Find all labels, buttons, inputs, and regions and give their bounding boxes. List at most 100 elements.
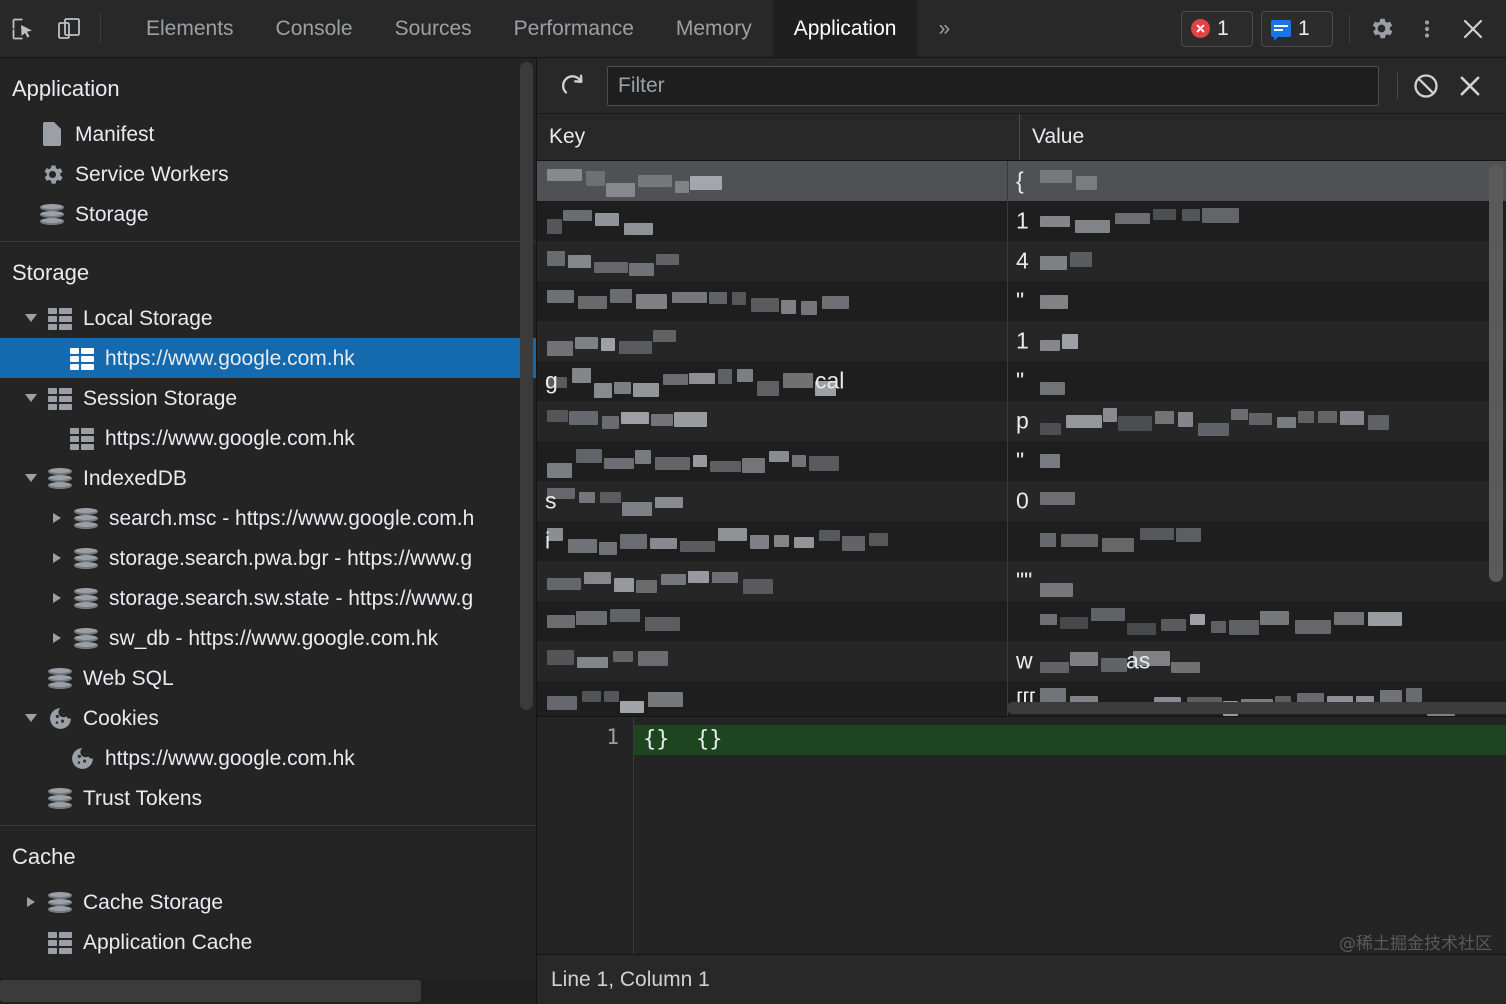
sidebar-item-manifest[interactable]: Manifest	[0, 114, 536, 154]
sidebar-item-indexeddb-storage-search-pwa-bgr[interactable]: storage.search.pwa.bgr - https://www.g	[0, 538, 536, 578]
table-cell-value[interactable]: w as	[1008, 641, 1506, 681]
chevron-down-icon[interactable]	[18, 698, 44, 738]
table-cell-value[interactable]: ""	[1008, 561, 1506, 601]
delete-selected-icon[interactable]	[1448, 64, 1492, 108]
table-cell-value[interactable]: "	[1008, 441, 1506, 481]
sidebar-section-title-cache: Cache	[12, 844, 76, 869]
chevron-down-icon[interactable]	[18, 378, 44, 418]
value-editor[interactable]: 1 {} {}	[537, 717, 1506, 954]
inspect-element-icon[interactable]	[0, 6, 46, 52]
table-cell-key[interactable]	[537, 561, 1008, 601]
table-cell-value[interactable]: p	[1008, 401, 1506, 441]
table-cell-key[interactable]: i	[537, 521, 1008, 561]
redacted-block	[822, 296, 849, 309]
table-row[interactable]: s0	[537, 481, 1506, 521]
redacted-block	[1040, 533, 1056, 547]
table-cell-key[interactable]	[537, 401, 1008, 441]
column-header-key[interactable]: Key	[537, 114, 1020, 160]
table-cell-key[interactable]	[537, 321, 1008, 361]
table-row[interactable]: i	[537, 521, 1506, 561]
table-cell-value[interactable]: {	[1008, 161, 1506, 201]
sidebar-horizontal-scrollbar[interactable]	[0, 980, 421, 1002]
sidebar-item-trust-tokens[interactable]: Trust Tokens	[0, 778, 536, 818]
toggle-device-toolbar-icon[interactable]	[46, 6, 92, 52]
table-row[interactable]: p	[537, 401, 1506, 441]
table-cell-value[interactable]	[1008, 521, 1506, 561]
chevron-down-icon[interactable]	[18, 458, 44, 498]
sidebar-vertical-scrollbar[interactable]	[520, 62, 533, 710]
kebab-menu-icon[interactable]	[1404, 6, 1450, 52]
table-cell-value[interactable]: 0	[1008, 481, 1506, 521]
search-input[interactable]	[607, 65, 1379, 106]
clear-all-icon[interactable]	[1404, 64, 1448, 108]
table-vertical-scrollbar[interactable]	[1489, 164, 1503, 582]
more-tabs-button[interactable]: »	[917, 0, 971, 57]
table-row[interactable]: ""	[537, 561, 1506, 601]
tab-performance[interactable]: Performance	[493, 0, 655, 57]
sidebar-item-local-storage-origin[interactable]: https://www.google.com.hk	[0, 338, 536, 378]
chevron-right-icon[interactable]	[44, 578, 70, 618]
tab-sources[interactable]: Sources	[374, 0, 493, 57]
table-cell-key[interactable]: s	[537, 481, 1008, 521]
sidebar-item-session-storage-origin[interactable]: https://www.google.com.hk	[0, 418, 536, 458]
tab-application[interactable]: Application	[772, 0, 918, 57]
sidebar-item-indexeddb[interactable]: IndexedDB	[0, 458, 536, 498]
table-cell-value[interactable]: "	[1008, 361, 1506, 401]
table-row[interactable]: {	[537, 161, 1506, 201]
redacted-block	[655, 457, 690, 470]
table-cell-value[interactable]	[1008, 601, 1506, 641]
table-cell-key[interactable]	[537, 441, 1008, 481]
sidebar-item-application-cache[interactable]: Application Cache	[0, 922, 536, 962]
table-cell-value[interactable]: 4	[1008, 241, 1506, 281]
editor-code-area[interactable]: {} {}	[634, 717, 1506, 954]
table-cell-key[interactable]	[537, 201, 1008, 241]
sidebar-item-indexeddb-search-msc[interactable]: search.msc - https://www.google.com.h	[0, 498, 536, 538]
table-cell-key[interactable]: g cal	[537, 361, 1008, 401]
sidebar-item-web-sql[interactable]: Web SQL	[0, 658, 536, 698]
error-count-badge[interactable]: 1	[1181, 10, 1253, 47]
redacted-block	[1040, 170, 1072, 183]
table-row[interactable]: 1	[537, 321, 1506, 361]
sidebar-item-storage[interactable]: Storage	[0, 194, 536, 234]
table-cell-key[interactable]	[537, 601, 1008, 641]
redacted-block	[653, 330, 676, 342]
chevron-down-icon[interactable]	[18, 298, 44, 338]
table-cell-value[interactable]: 1	[1008, 201, 1506, 241]
sidebar-item-indexeddb-sw-db[interactable]: sw_db - https://www.google.com.hk	[0, 618, 536, 658]
table-cell-value[interactable]: 1	[1008, 321, 1506, 361]
sidebar-item-indexeddb-storage-search-sw-state[interactable]: storage.search.sw.state - https://www.g	[0, 578, 536, 618]
sidebar-item-session-storage[interactable]: Session Storage	[0, 378, 536, 418]
sidebar-item-cache-storage[interactable]: Cache Storage	[0, 882, 536, 922]
tab-console[interactable]: Console	[255, 0, 374, 57]
table-row[interactable]: "	[537, 281, 1506, 321]
table-cell-key[interactable]	[537, 281, 1008, 321]
table-row[interactable]: 4	[537, 241, 1506, 281]
tab-elements[interactable]: Elements	[125, 0, 255, 57]
table-cell-value[interactable]: "	[1008, 281, 1506, 321]
table-cell-key[interactable]	[537, 681, 1008, 716]
sidebar-item-service-workers[interactable]: Service Workers	[0, 154, 536, 194]
sidebar-item-cookies[interactable]: Cookies	[0, 698, 536, 738]
table-row[interactable]: g cal "	[537, 361, 1506, 401]
table-cell-key[interactable]	[537, 241, 1008, 281]
chevron-right-icon[interactable]	[44, 538, 70, 578]
table-cell-key[interactable]	[537, 641, 1008, 681]
chevron-right-icon[interactable]	[18, 882, 44, 922]
table-horizontal-scrollbar[interactable]	[1007, 702, 1506, 714]
column-header-value[interactable]: Value	[1020, 114, 1506, 160]
table-row[interactable]: "	[537, 441, 1506, 481]
table-cell-key[interactable]	[537, 161, 1008, 201]
refresh-icon[interactable]	[551, 64, 595, 108]
redacted-block	[579, 492, 595, 503]
gear-icon[interactable]	[1358, 6, 1404, 52]
chevron-right-icon[interactable]	[44, 498, 70, 538]
message-count-badge[interactable]: 1	[1261, 10, 1333, 47]
tab-memory[interactable]: Memory	[655, 0, 773, 57]
table-row[interactable]	[537, 601, 1506, 641]
chevron-right-icon[interactable]	[44, 618, 70, 658]
close-icon[interactable]	[1450, 6, 1496, 52]
sidebar-item-local-storage[interactable]: Local Storage	[0, 298, 536, 338]
table-row[interactable]: w as	[537, 641, 1506, 681]
table-row[interactable]: 1	[537, 201, 1506, 241]
sidebar-item-cookies-origin[interactable]: https://www.google.com.hk	[0, 738, 536, 778]
